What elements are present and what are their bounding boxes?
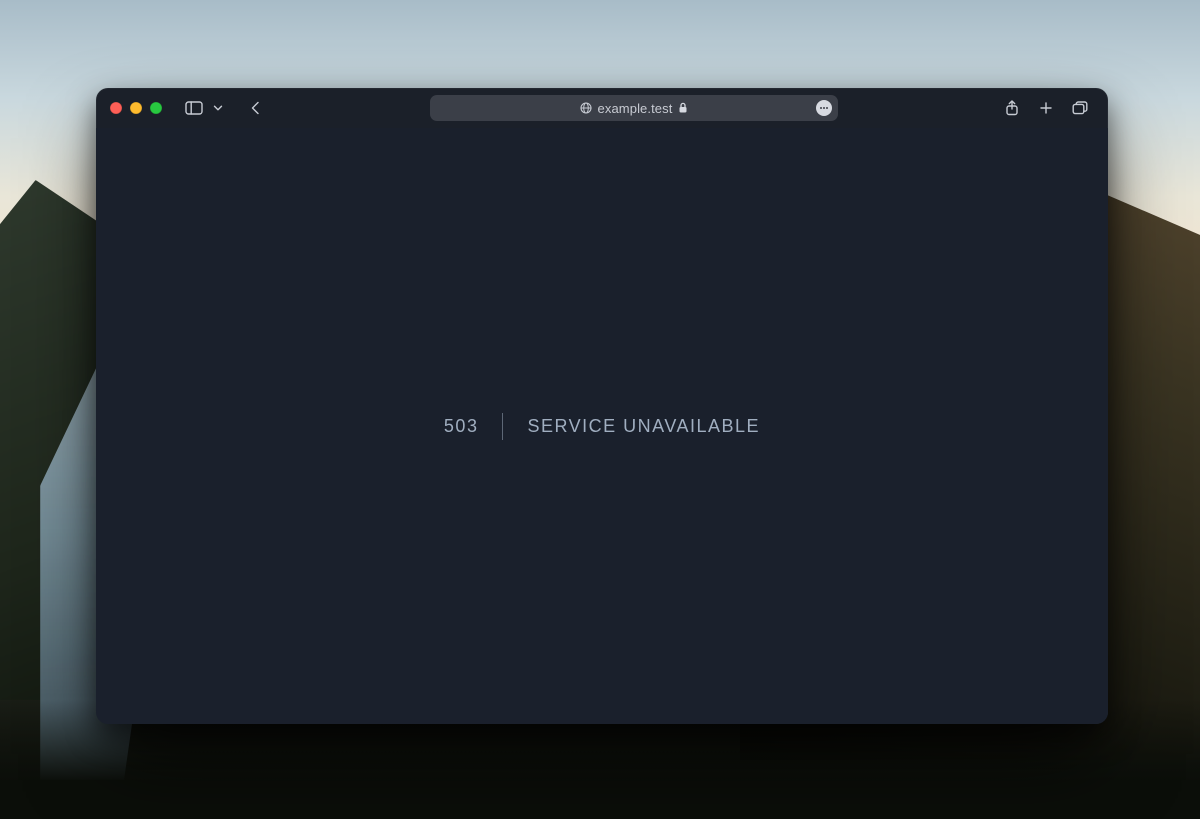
address-bar-host: example.test — [598, 101, 673, 116]
sidebar-toggle-button[interactable] — [180, 95, 208, 121]
chevron-down-icon — [213, 103, 223, 113]
http-error: 503 Service Unavailable — [444, 413, 760, 440]
tab-overview-icon — [1072, 101, 1088, 115]
tab-overview-button[interactable] — [1066, 95, 1094, 121]
share-button[interactable] — [998, 95, 1026, 121]
window-zoom-button[interactable] — [150, 102, 162, 114]
lock-icon — [678, 102, 688, 114]
http-error-message: Service Unavailable — [527, 416, 760, 437]
back-button[interactable] — [242, 95, 270, 121]
toolbar-right-controls — [998, 95, 1094, 121]
browser-toolbar: example.test — [96, 88, 1108, 128]
share-icon — [1005, 100, 1019, 116]
ellipsis-icon — [819, 103, 829, 113]
website-settings-icon — [580, 102, 592, 114]
window-close-button[interactable] — [110, 102, 122, 114]
tab-groups-button[interactable] — [208, 95, 228, 121]
chevron-left-icon — [250, 101, 262, 115]
http-error-code: 503 — [444, 413, 504, 440]
page-options-button[interactable] — [816, 100, 832, 116]
window-controls — [110, 102, 162, 114]
address-bar[interactable]: example.test — [430, 95, 838, 121]
browser-window: example.test — [96, 88, 1108, 724]
sidebar-icon — [185, 101, 203, 115]
new-tab-button[interactable] — [1032, 95, 1060, 121]
plus-icon — [1039, 101, 1053, 115]
address-bar-content: example.test — [580, 101, 689, 116]
window-minimize-button[interactable] — [130, 102, 142, 114]
sidebar-controls — [180, 95, 228, 121]
page-content: 503 Service Unavailable — [96, 128, 1108, 724]
